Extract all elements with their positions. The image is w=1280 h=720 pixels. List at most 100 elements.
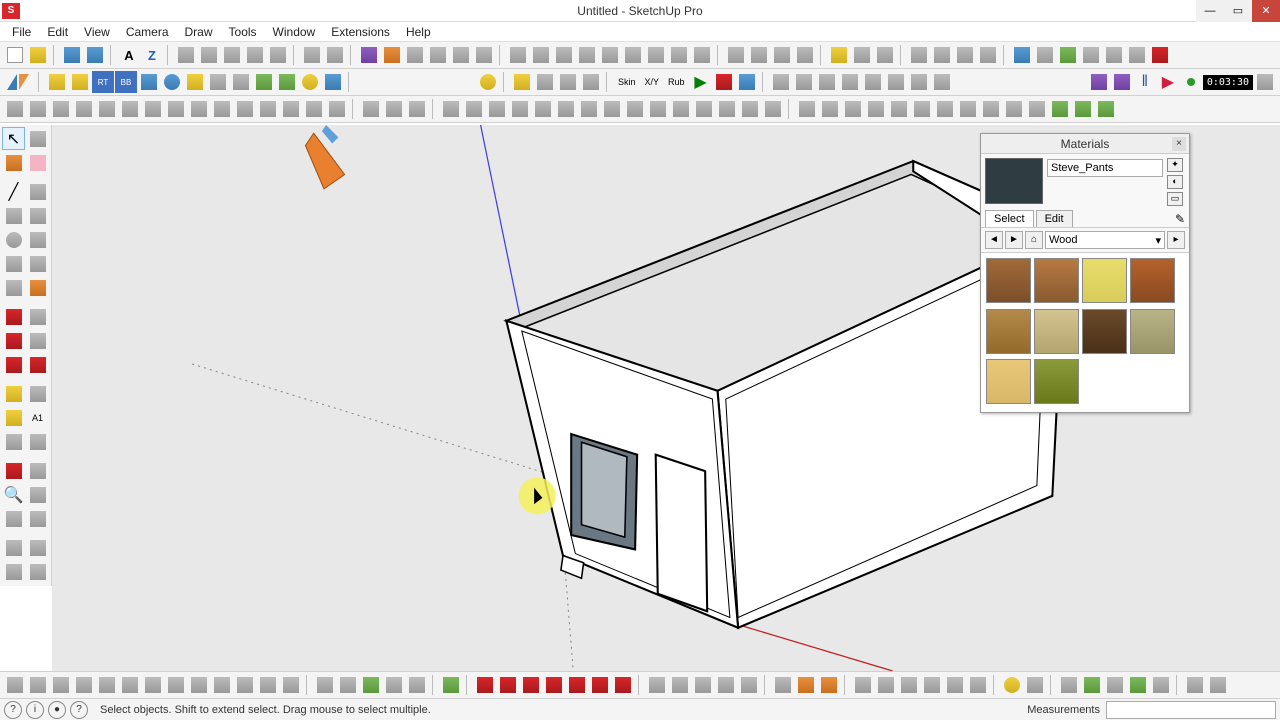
tool-icon[interactable] xyxy=(762,98,784,120)
tool-icon[interactable] xyxy=(770,71,792,93)
tool-icon[interactable] xyxy=(670,98,692,120)
measurements-input[interactable] xyxy=(1106,701,1276,719)
create-material-icon[interactable]: ✦ xyxy=(1167,158,1183,172)
sun-icon[interactable] xyxy=(299,71,321,93)
tool-icon[interactable] xyxy=(253,71,275,93)
tool-icon[interactable] xyxy=(230,71,252,93)
tool-icon[interactable] xyxy=(326,98,348,120)
drop-icon[interactable] xyxy=(589,674,611,696)
tool-icon[interactable] xyxy=(360,674,382,696)
tool-icon[interactable] xyxy=(622,44,644,66)
rt-icon[interactable]: RT xyxy=(92,71,114,93)
new-file-icon[interactable] xyxy=(4,44,26,66)
orbit-icon[interactable] xyxy=(2,459,25,482)
tool-icon[interactable] xyxy=(739,98,761,120)
look-around-icon[interactable] xyxy=(26,536,49,559)
tool-icon[interactable] xyxy=(211,98,233,120)
menu-tools[interactable]: Tools xyxy=(221,23,265,41)
tool-icon[interactable] xyxy=(977,44,999,66)
tool-icon[interactable] xyxy=(819,98,841,120)
panel-close-icon[interactable]: × xyxy=(1172,137,1186,151)
paint-bucket-icon[interactable] xyxy=(2,151,25,174)
tool-icon[interactable] xyxy=(440,674,462,696)
materials-tab-edit[interactable]: Edit xyxy=(1036,210,1073,227)
tool-icon[interactable] xyxy=(221,44,243,66)
tool-icon[interactable] xyxy=(534,71,556,93)
redo-icon[interactable] xyxy=(84,44,106,66)
material-swatch-wood-6[interactable] xyxy=(1034,309,1079,354)
tool-icon[interactable] xyxy=(4,674,26,696)
tool-icon[interactable] xyxy=(322,71,344,93)
material-library-dropdown[interactable]: Wood▾ xyxy=(1045,231,1165,249)
tool-icon[interactable] xyxy=(324,44,346,66)
house-icon[interactable] xyxy=(404,44,426,66)
timer-prev-icon[interactable] xyxy=(1088,71,1110,93)
material-swatch-wood-2[interactable] xyxy=(1034,258,1079,303)
mirror-icon[interactable] xyxy=(4,71,34,93)
tool-icon[interactable] xyxy=(738,674,760,696)
dimension-icon[interactable] xyxy=(26,382,49,405)
sun-icon[interactable] xyxy=(477,71,499,93)
scale-icon[interactable] xyxy=(2,353,25,376)
tool-icon[interactable] xyxy=(175,44,197,66)
material-swatch-wood-4[interactable] xyxy=(1130,258,1175,303)
record-icon[interactable] xyxy=(713,71,735,93)
tool-icon[interactable] xyxy=(1024,674,1046,696)
tool-icon[interactable] xyxy=(440,98,462,120)
pan-icon[interactable] xyxy=(26,459,49,482)
tool-icon[interactable] xyxy=(1003,98,1025,120)
library-menu-icon[interactable]: ▸ xyxy=(1167,231,1185,249)
tool-icon[interactable] xyxy=(908,71,930,93)
drop-icon[interactable] xyxy=(497,674,519,696)
rotate-icon[interactable] xyxy=(2,329,25,352)
printer-icon[interactable] xyxy=(473,44,495,66)
play-icon[interactable]: ▶ xyxy=(690,71,712,93)
materials-tab-select[interactable]: Select xyxy=(985,210,1034,227)
tool-icon[interactable] xyxy=(931,71,953,93)
status-user-icon[interactable]: i xyxy=(26,701,44,719)
tool-icon[interactable] xyxy=(73,98,95,120)
menu-file[interactable]: File xyxy=(4,23,39,41)
tool-icon[interactable] xyxy=(188,674,210,696)
bb-icon[interactable]: BB xyxy=(115,71,137,93)
protractor-icon[interactable] xyxy=(2,406,25,429)
tool-icon[interactable] xyxy=(427,44,449,66)
tool-icon[interactable] xyxy=(748,44,770,66)
sun-icon[interactable] xyxy=(828,44,850,66)
maximize-button[interactable]: ▭ xyxy=(1224,0,1252,22)
tool-icon[interactable] xyxy=(26,204,49,227)
status-geo-icon[interactable]: ? xyxy=(70,701,88,719)
pushpull-icon[interactable] xyxy=(26,305,49,328)
timer-play-icon[interactable] xyxy=(1111,71,1133,93)
globe-icon[interactable] xyxy=(161,71,183,93)
current-material-swatch[interactable] xyxy=(985,158,1043,204)
tool-icon[interactable] xyxy=(280,674,302,696)
tool-icon[interactable] xyxy=(207,71,229,93)
tool-icon[interactable] xyxy=(691,44,713,66)
tool-icon[interactable] xyxy=(692,674,714,696)
zoom-extents-icon[interactable] xyxy=(2,507,25,530)
move-icon[interactable] xyxy=(2,305,25,328)
tool-icon[interactable] xyxy=(1026,98,1048,120)
tool-icon[interactable] xyxy=(908,44,930,66)
text-icon[interactable]: A1 xyxy=(26,406,49,429)
circle-icon[interactable] xyxy=(2,228,25,251)
tool-icon[interactable] xyxy=(1072,98,1094,120)
tool-icon[interactable] xyxy=(73,674,95,696)
undo-icon[interactable] xyxy=(61,44,83,66)
eyedropper-icon[interactable]: ✎ xyxy=(1175,212,1185,226)
select-tool-icon[interactable]: ↖ xyxy=(2,127,25,150)
minimize-button[interactable]: — xyxy=(1196,0,1224,22)
polygon-icon[interactable] xyxy=(26,228,49,251)
cube-icon[interactable] xyxy=(358,44,380,66)
tool-icon[interactable] xyxy=(211,674,233,696)
drop-icon[interactable] xyxy=(520,674,542,696)
tool-icon[interactable] xyxy=(980,98,1002,120)
xy-button[interactable]: X/Y xyxy=(641,71,664,93)
tool-icon[interactable] xyxy=(50,674,72,696)
tool-icon[interactable] xyxy=(234,674,256,696)
tool-icon[interactable] xyxy=(184,71,206,93)
tool-icon[interactable] xyxy=(96,98,118,120)
3dtext-icon[interactable] xyxy=(26,430,49,453)
drop-icon[interactable] xyxy=(566,674,588,696)
